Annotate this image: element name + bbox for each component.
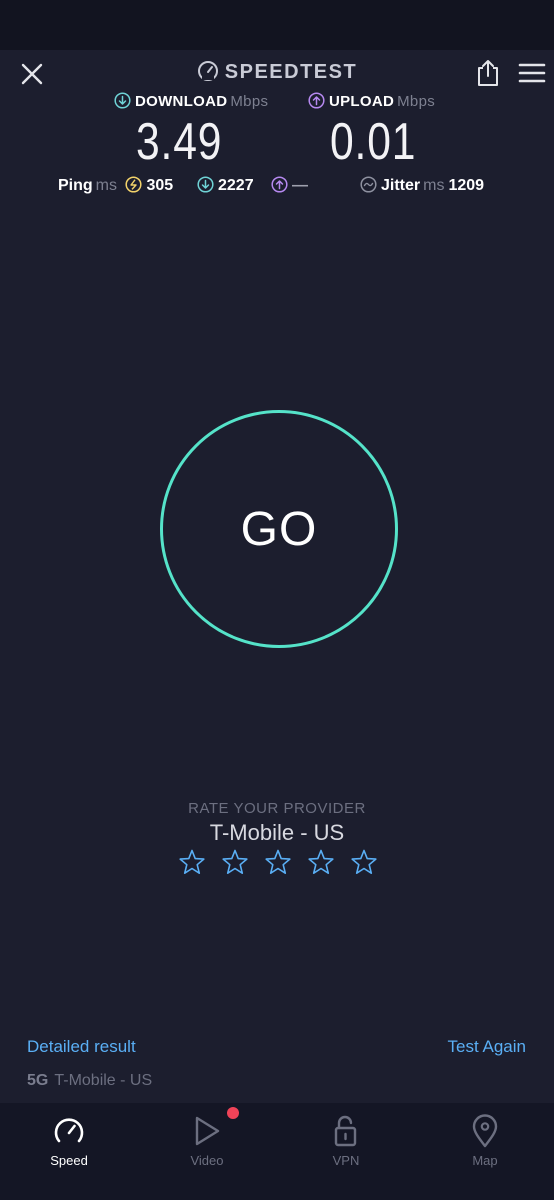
tab-speed[interactable]: Speed	[0, 1103, 138, 1200]
tab-vpn-label: VPN	[332, 1153, 360, 1168]
tab-video-label: Video	[190, 1153, 224, 1168]
go-button-label: GO	[240, 502, 318, 556]
jitter-value: 1209	[448, 177, 485, 194]
tab-vpn[interactable]: VPN	[277, 1103, 415, 1200]
test-again-link[interactable]: Test Again	[448, 1037, 526, 1057]
download-label: DOWNLOAD Mbps	[114, 92, 268, 110]
play-icon	[195, 1116, 220, 1146]
download-label-text: DOWNLOAD	[135, 93, 228, 110]
upload-arrow-icon	[308, 92, 325, 109]
brand-logo: SPEEDTEST	[0, 60, 554, 84]
jitter-unit: ms	[423, 177, 445, 194]
download-ping-stat: 2227	[197, 176, 254, 195]
idle-ping-icon	[125, 176, 143, 193]
upload-unit: Mbps	[397, 93, 436, 110]
ping-unit: ms	[95, 177, 117, 194]
download-ping-icon	[197, 176, 214, 193]
star-icon-3[interactable]	[264, 848, 292, 876]
upload-ping-stat: —	[271, 176, 308, 195]
speedometer-logo-icon	[197, 61, 218, 81]
download-arrow-icon	[114, 92, 131, 109]
upload-speed-value: 0.01	[330, 113, 417, 171]
network-info: 5G T-Mobile - US	[27, 1072, 152, 1090]
status-bar	[0, 0, 554, 50]
bottom-tab-bar: Speed Video VPN Map	[0, 1103, 554, 1200]
star-icon-4[interactable]	[307, 848, 335, 876]
star-icon-2[interactable]	[221, 848, 249, 876]
app-header: SPEEDTEST	[0, 50, 554, 94]
rate-provider-title: RATE YOUR PROVIDER	[188, 800, 366, 817]
idle-ping-value: 305	[146, 177, 174, 194]
star-icon-5[interactable]	[350, 848, 378, 876]
detailed-result-link[interactable]: Detailed result	[27, 1037, 136, 1057]
tab-video[interactable]: Video	[138, 1103, 276, 1200]
speedometer-icon	[54, 1118, 84, 1143]
ping-label: Ping	[58, 177, 93, 194]
latency-stats: Ping ms 305 2227 — Jitter ms 1209	[0, 176, 554, 198]
upload-label-text: UPLOAD	[329, 93, 395, 110]
download-speed-value: 3.49	[136, 113, 223, 171]
share-button[interactable]	[474, 58, 502, 88]
go-button[interactable]: GO	[160, 410, 398, 648]
map-pin-icon	[472, 1114, 498, 1148]
star-rating	[178, 848, 378, 876]
menu-button[interactable]	[517, 60, 547, 86]
download-unit: Mbps	[230, 93, 269, 110]
hamburger-menu-icon	[518, 63, 546, 83]
brand-title: SPEEDTEST	[224, 61, 358, 83]
download-ping-value: 2227	[218, 177, 254, 194]
ping-stat: Ping ms 305	[58, 176, 173, 195]
tab-speed-label: Speed	[50, 1153, 88, 1168]
video-notification-dot	[227, 1107, 239, 1119]
share-icon	[478, 60, 498, 86]
tab-map[interactable]: Map	[416, 1103, 554, 1200]
network-type-badge: 5G	[27, 1072, 49, 1089]
upload-ping-value: —	[292, 177, 308, 194]
jitter-icon	[360, 176, 377, 193]
tab-map-label: Map	[472, 1153, 498, 1168]
lock-icon	[334, 1115, 357, 1147]
upload-ping-icon	[271, 176, 288, 193]
provider-name: T-Mobile - US	[209, 820, 345, 845]
network-name: T-Mobile - US	[54, 1072, 153, 1089]
jitter-stat: Jitter ms 1209	[360, 176, 484, 195]
upload-label: UPLOAD Mbps	[308, 92, 435, 110]
jitter-label: Jitter	[381, 177, 421, 194]
star-icon-1[interactable]	[178, 848, 206, 876]
